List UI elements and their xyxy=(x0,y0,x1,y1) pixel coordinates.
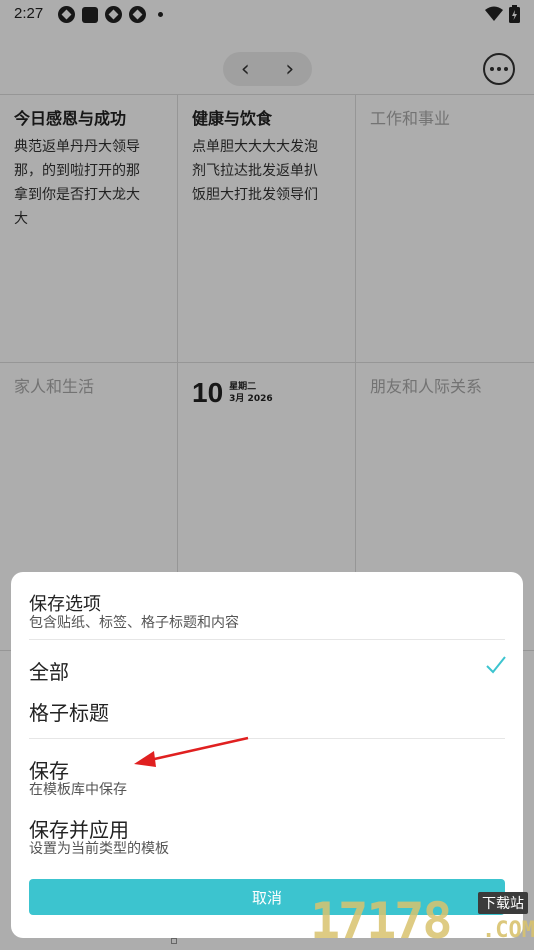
divider xyxy=(29,738,505,739)
option-cell-titles[interactable]: 格子标题 xyxy=(29,697,109,726)
watermark-domain: .COM xyxy=(482,918,534,943)
watermark-tag: 下载站 xyxy=(478,892,528,914)
annotation-arrow-icon xyxy=(134,736,249,767)
nav-handle-icon xyxy=(171,938,177,944)
watermark-number: 17178 xyxy=(310,892,453,950)
save-option-description: 在模板库中保存 xyxy=(29,782,127,798)
checkmark-icon xyxy=(486,656,506,674)
save-options-sheet: 保存选项 包含贴纸、标签、格子标题和内容 全部 格子标题 保存 在模板库中保存 … xyxy=(11,572,523,938)
divider xyxy=(29,639,505,640)
option-all[interactable]: 全部 xyxy=(29,656,69,685)
watermark: 17178 下载站 .COM xyxy=(310,888,534,950)
save-and-apply-description: 设置为当前类型的模板 xyxy=(29,841,169,857)
sheet-subtitle: 包含贴纸、标签、格子标题和内容 xyxy=(29,615,239,631)
